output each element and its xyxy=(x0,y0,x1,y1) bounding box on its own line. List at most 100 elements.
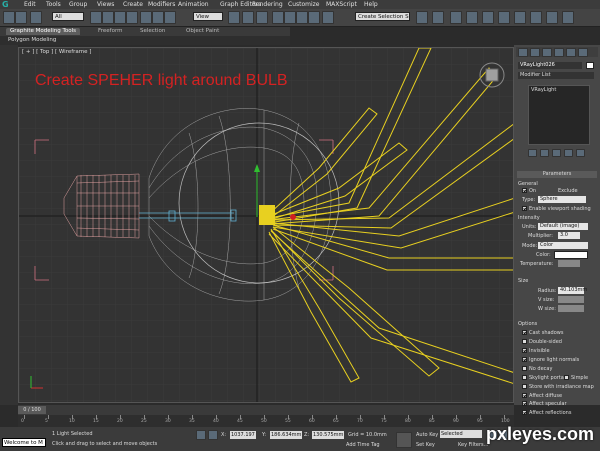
undo-icon[interactable] xyxy=(3,11,15,24)
auto-key-button[interactable]: Auto Key xyxy=(416,432,438,438)
keyboard-shortcut-icon[interactable] xyxy=(256,11,268,24)
render-setup-icon[interactable] xyxy=(530,11,542,24)
percent-snap-icon[interactable] xyxy=(296,11,308,24)
skylight-portal-box[interactable] xyxy=(522,375,527,380)
motion-tab-icon[interactable] xyxy=(554,48,564,57)
layer-manager-icon[interactable] xyxy=(450,11,462,24)
affect-diffuse-box[interactable] xyxy=(522,393,527,398)
store-irradiance-checkbox[interactable]: Store with irradiance map xyxy=(522,384,594,390)
create-tab-icon[interactable] xyxy=(518,48,528,57)
menu-rendering[interactable]: Rendering xyxy=(252,0,283,9)
menu-help[interactable]: Help xyxy=(364,0,378,9)
units-dropdown[interactable]: Default (image) xyxy=(538,223,588,230)
on-checkbox[interactable]: On xyxy=(522,188,536,194)
vsize-input[interactable] xyxy=(558,296,584,303)
menu-views[interactable]: Views xyxy=(97,0,114,9)
material-editor-icon[interactable] xyxy=(514,11,526,24)
parameters-rollout-header[interactable]: Parameters xyxy=(517,171,597,178)
window-crossing-icon[interactable] xyxy=(126,11,138,24)
pivot-center-icon[interactable] xyxy=(228,11,240,24)
add-time-tag[interactable]: Add Time Tag xyxy=(346,442,380,448)
move-icon[interactable] xyxy=(140,11,152,24)
link-icon[interactable] xyxy=(30,11,42,24)
x-coordinate-field[interactable]: 1037.197 xyxy=(230,431,256,439)
remove-modifier-icon[interactable] xyxy=(564,149,573,157)
mode-dropdown[interactable]: Color xyxy=(538,242,588,249)
double-sided-checkbox[interactable]: Double-sided xyxy=(522,339,562,345)
type-dropdown[interactable]: Sphere xyxy=(538,196,586,203)
tab-freeform[interactable]: Freeform xyxy=(98,28,123,35)
cast-shadows-box[interactable] xyxy=(522,330,527,335)
edit-named-selection-icon[interactable] xyxy=(322,11,334,24)
ignore-normals-checkbox[interactable]: Ignore light normals xyxy=(522,357,579,363)
track-bar[interactable]: 0 5 10 15 20 25 30 35 40 45 50 55 60 65 70 75 80 85 90 95 10… xyxy=(18,415,514,427)
ignore-normals-box[interactable] xyxy=(522,357,527,362)
simple-checkbox[interactable]: Simple xyxy=(564,375,588,381)
no-decay-checkbox[interactable]: No decay xyxy=(522,366,552,372)
multiplier-input[interactable]: 3.0 xyxy=(558,232,580,239)
cast-shadows-checkbox[interactable]: Cast shadows xyxy=(522,330,563,336)
affect-specular-box[interactable] xyxy=(522,401,527,406)
radius-input[interactable]: 40.103mm xyxy=(558,287,587,294)
viewport-shading-checkbox[interactable]: Enable viewport shading xyxy=(522,206,591,212)
on-checkbox-box[interactable] xyxy=(522,188,527,193)
menu-create[interactable]: Create xyxy=(123,0,143,9)
object-name-field[interactable]: VRayLight026 xyxy=(518,62,582,69)
wsize-input[interactable] xyxy=(558,305,584,312)
menu-modifiers[interactable]: Modifiers xyxy=(148,0,175,9)
modify-tab-icon[interactable] xyxy=(530,48,540,57)
select-object-icon[interactable] xyxy=(90,11,102,24)
stack-item-vraylight[interactable]: VRayLight xyxy=(531,87,556,93)
menu-tools[interactable]: Tools xyxy=(46,0,61,9)
affect-reflections-checkbox[interactable]: Affect reflections xyxy=(522,410,571,416)
viewport-top[interactable]: [ + ] [ Top ] [ Wireframe ] Create SPEHE… xyxy=(18,47,514,403)
make-unique-icon[interactable] xyxy=(552,149,561,157)
viewport-shading-box[interactable] xyxy=(522,206,527,211)
rendered-frame-window-icon[interactable] xyxy=(546,11,558,24)
set-key-button[interactable]: Set Key xyxy=(416,442,435,448)
affect-diffuse-checkbox[interactable]: Affect diffuse xyxy=(522,393,562,399)
rectangle-selection-icon[interactable] xyxy=(114,11,126,24)
pin-stack-icon[interactable] xyxy=(528,149,537,157)
spinner-snap-icon[interactable] xyxy=(308,11,320,24)
affect-reflections-box[interactable] xyxy=(522,410,527,415)
key-icon[interactable] xyxy=(396,432,412,448)
render-production-icon[interactable] xyxy=(562,11,574,24)
display-tab-icon[interactable] xyxy=(566,48,576,57)
scale-icon[interactable] xyxy=(164,11,176,24)
menu-customize[interactable]: Customize xyxy=(288,0,320,9)
hierarchy-tab-icon[interactable] xyxy=(542,48,552,57)
viewport-label[interactable]: [ + ] [ Top ] [ Wireframe ] xyxy=(22,49,91,55)
angle-snap-icon[interactable] xyxy=(284,11,296,24)
object-color-swatch[interactable] xyxy=(586,62,594,69)
mirror-icon[interactable] xyxy=(416,11,428,24)
invisible-checkbox[interactable]: Invisible xyxy=(522,348,550,354)
no-decay-box[interactable] xyxy=(522,366,527,371)
tab-graphite-modeling-tools[interactable]: Graphite Modeling Tools xyxy=(6,28,81,35)
select-manipulate-icon[interactable] xyxy=(242,11,254,24)
z-coordinate-field[interactable]: 130.575mm xyxy=(312,431,345,439)
lock-selection-icon[interactable] xyxy=(196,430,206,440)
simple-box[interactable] xyxy=(564,375,569,380)
align-icon[interactable] xyxy=(432,11,444,24)
double-sided-box[interactable] xyxy=(522,339,527,344)
menu-edit[interactable]: Edit xyxy=(24,0,36,9)
app-logo-icon[interactable]: G xyxy=(2,0,12,9)
configure-sets-icon[interactable] xyxy=(576,149,585,157)
schematic-view-icon[interactable] xyxy=(498,11,510,24)
tab-selection[interactable]: Selection xyxy=(140,28,165,35)
curve-editor-icon[interactable] xyxy=(482,11,494,24)
utilities-tab-icon[interactable] xyxy=(578,48,588,57)
maxscript-listener[interactable]: Welcome to M xyxy=(2,438,46,447)
redo-icon[interactable] xyxy=(15,11,27,24)
color-swatch[interactable] xyxy=(554,251,588,259)
tab-object-paint[interactable]: Object Paint xyxy=(186,28,219,35)
absolute-mode-icon[interactable] xyxy=(208,430,218,440)
auto-key-filter-dropdown[interactable]: Selected xyxy=(440,430,482,438)
key-filters-button[interactable]: Key Filters... xyxy=(458,442,488,448)
time-slider-knob[interactable]: 0 / 100 xyxy=(18,406,46,414)
menu-group[interactable]: Group xyxy=(69,0,87,9)
polygon-modeling-label[interactable]: Polygon Modeling xyxy=(8,37,56,43)
modifier-list-dropdown[interactable]: Modifier List xyxy=(518,72,594,79)
selection-filter-dropdown[interactable]: All xyxy=(52,12,84,21)
